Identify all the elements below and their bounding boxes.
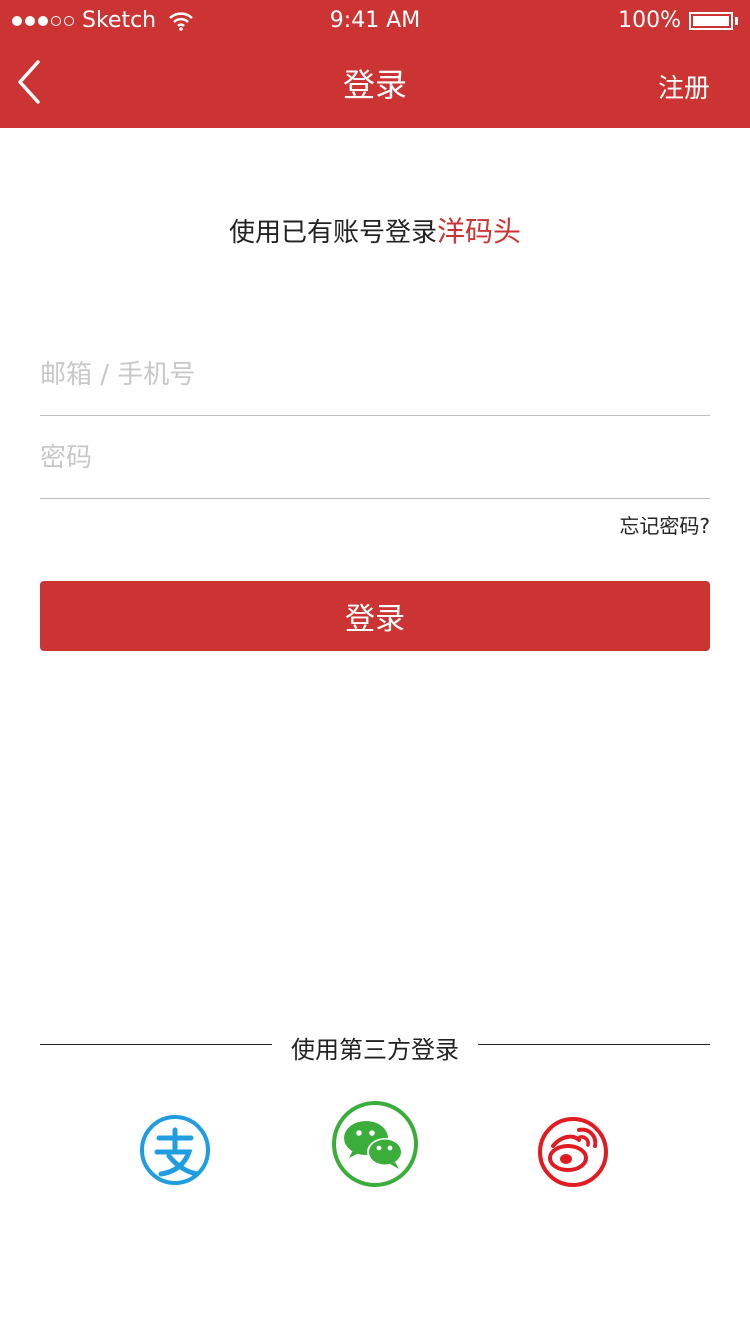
wechat-login-button[interactable] bbox=[325, 1100, 425, 1200]
weibo-login-button[interactable] bbox=[523, 1100, 623, 1200]
battery-icon bbox=[689, 11, 733, 30]
forgot-password-link[interactable]: 忘记密码? bbox=[619, 510, 710, 539]
status-right: 100% bbox=[618, 8, 738, 33]
header: Sketch 9:41 AM 100% 登录 注册 bbox=[0, 0, 750, 128]
account-input[interactable] bbox=[40, 345, 710, 405]
page-title: 登录 bbox=[342, 66, 407, 104]
login-button[interactable]: 登录 bbox=[40, 581, 710, 651]
password-field bbox=[40, 428, 710, 499]
intro-text: 使用已有账号登录洋码头 bbox=[0, 210, 750, 250]
brand-name: 洋码头 bbox=[437, 215, 522, 248]
password-input[interactable] bbox=[40, 428, 710, 488]
intro-label: 使用已有账号登录 bbox=[228, 218, 437, 248]
status-bar: Sketch 9:41 AM 100% bbox=[0, 0, 750, 40]
alipay-icon bbox=[140, 1115, 210, 1185]
third-party-label: 使用第三方登录 bbox=[291, 1036, 459, 1064]
battery-tip bbox=[735, 16, 738, 25]
alipay-login-button[interactable] bbox=[125, 1100, 225, 1200]
battery-percent: 100% bbox=[618, 8, 681, 33]
weibo-icon bbox=[538, 1117, 608, 1187]
register-link[interactable]: 注册 bbox=[658, 68, 710, 105]
divider-line-right bbox=[478, 1044, 710, 1045]
wechat-icon bbox=[332, 1101, 418, 1187]
nav-bar: 登录 注册 bbox=[0, 40, 750, 128]
third-party-divider: 使用第三方登录 bbox=[40, 1030, 710, 1064]
account-field bbox=[40, 345, 710, 416]
